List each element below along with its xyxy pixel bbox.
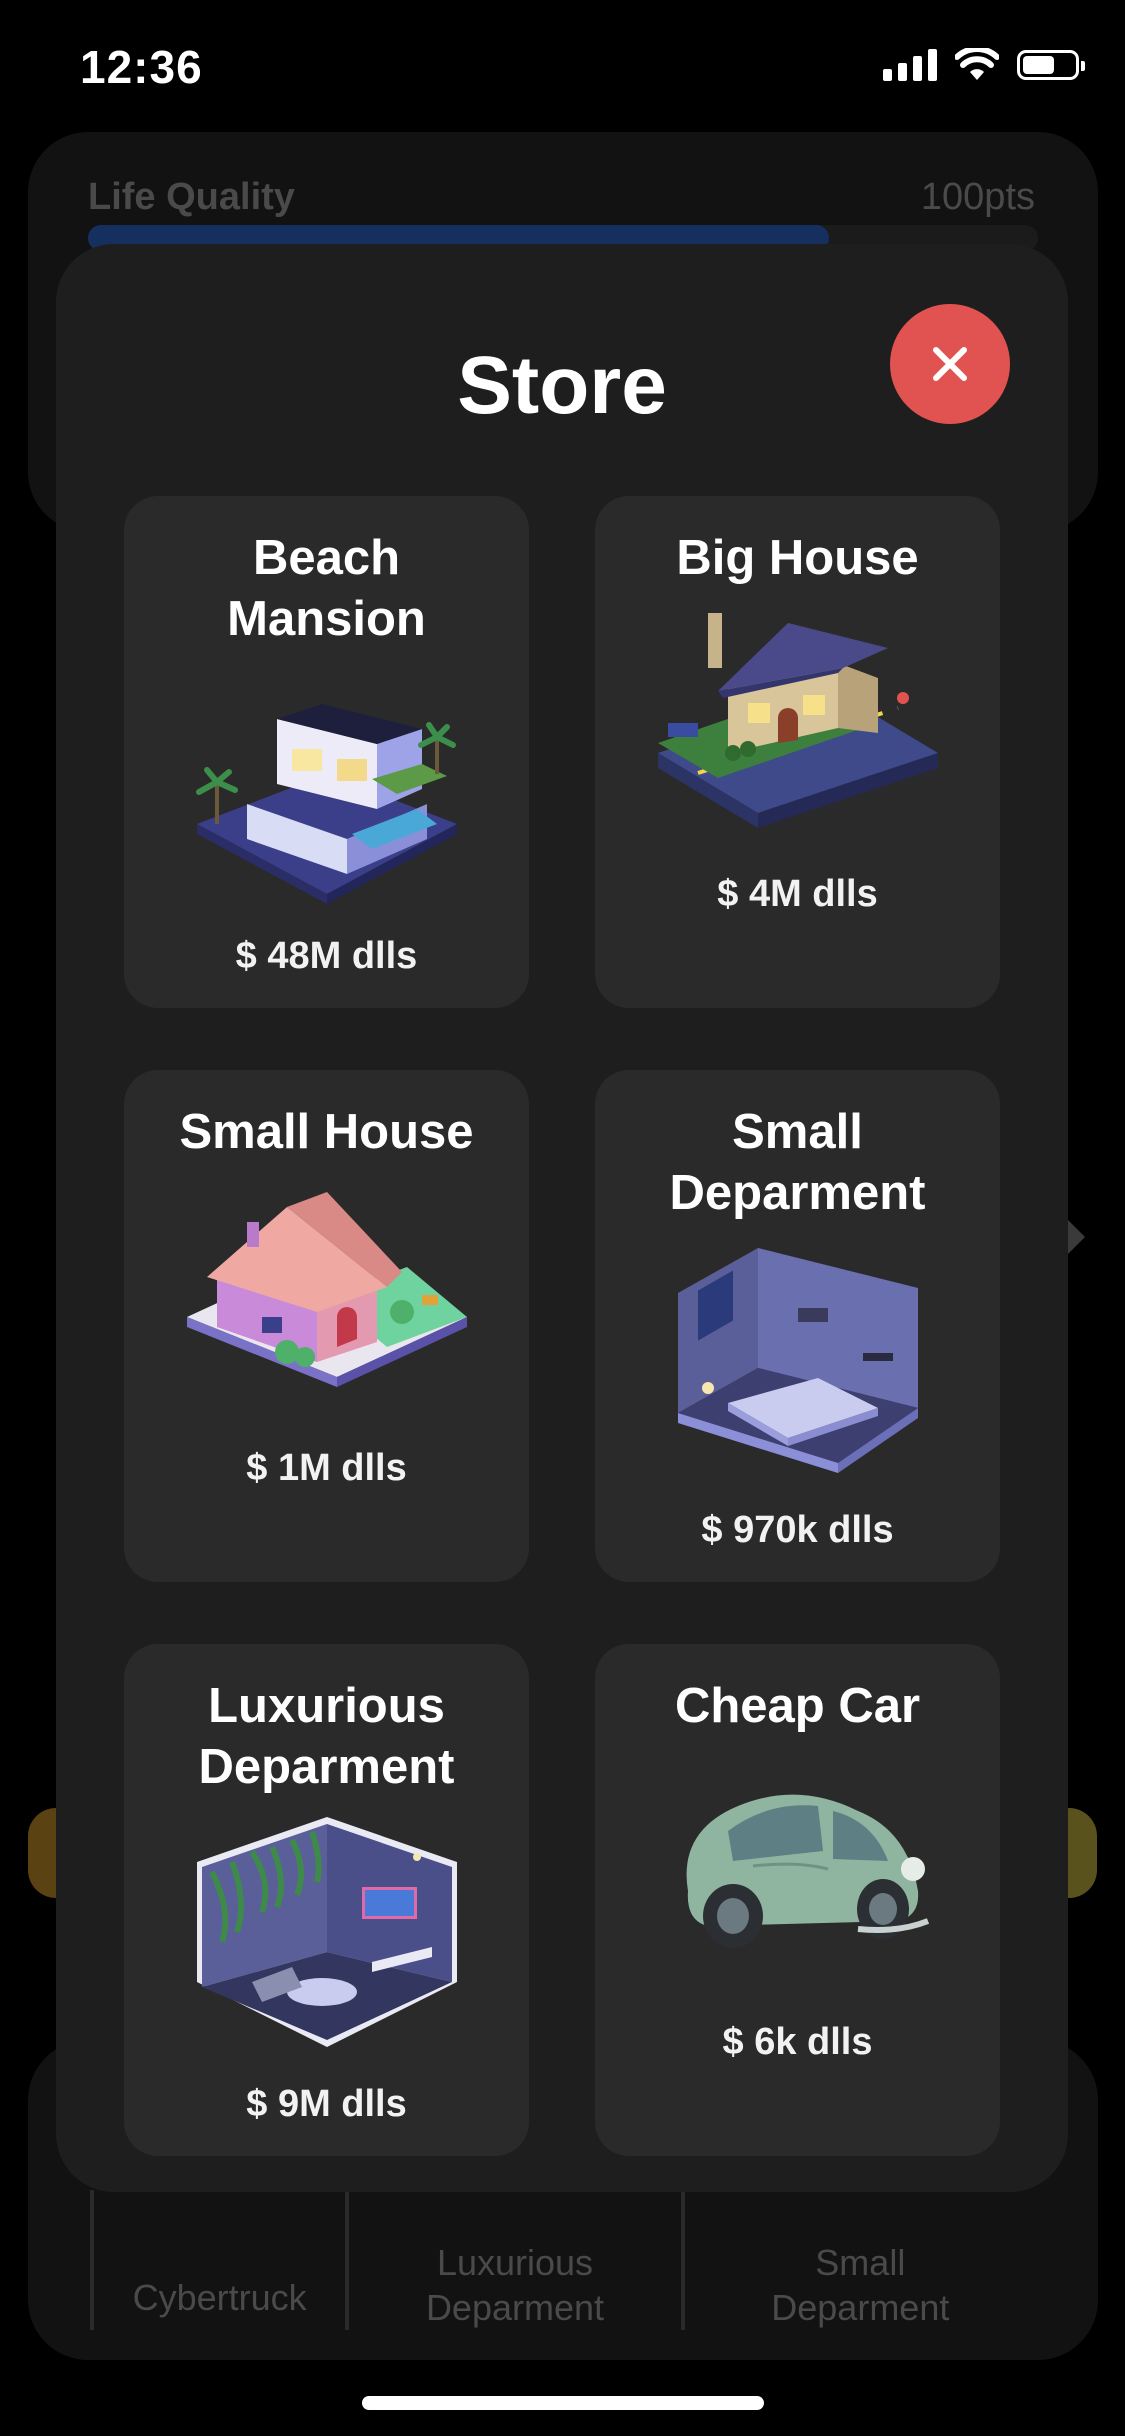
- close-icon: [933, 347, 967, 381]
- store-item-name: Small House: [179, 1105, 474, 1159]
- status-bar: 12:36: [0, 0, 1125, 140]
- cellular-signal-icon: [883, 49, 937, 81]
- small-house-icon: [186, 1192, 467, 1387]
- wifi-icon: [955, 48, 999, 80]
- store-item-luxurious-department[interactable]: Luxurious Deparment $ 9M dlls: [124, 1644, 529, 2156]
- background-inventory-list: Cybertruck Luxurious Deparment Small Dep…: [90, 2190, 1036, 2330]
- store-item-price: $ 48M dlls: [235, 935, 418, 977]
- store-item-name: Luxurious Deparment: [198, 1679, 455, 1794]
- store-item-cheap-car[interactable]: Cheap Car $ 6k dlls: [595, 1644, 1000, 2156]
- store-item-name: Beach Mansion: [227, 531, 426, 646]
- background-life-quality-label: Life Quality: [88, 176, 295, 218]
- status-icons: [883, 48, 1085, 82]
- store-item-name: Big House: [676, 531, 919, 585]
- background-life-quality-points: 100pts: [920, 176, 1035, 218]
- luxurious-department-icon: [196, 1817, 457, 2047]
- store-item-small-department[interactable]: Small Deparment $ 970k dlls: [595, 1070, 1000, 1582]
- home-indicator[interactable]: [362, 2396, 764, 2410]
- store-item-big-house[interactable]: Big House $ 4M dlls: [595, 496, 1000, 1008]
- store-item-small-house[interactable]: Small House $ 1M dlls: [124, 1070, 529, 1582]
- store-item-name: Small Deparment: [669, 1105, 926, 1220]
- status-time: 12:36: [80, 41, 203, 93]
- beach-mansion-icon: [195, 704, 457, 904]
- background-inventory-item: Small Deparment: [680, 2190, 1036, 2330]
- battery-icon: [1017, 50, 1085, 80]
- store-modal: Store Beach Mansion $ 48M dlls Big House…: [56, 244, 1068, 2192]
- big-house-icon: [657, 613, 938, 828]
- background-inventory-item: Cybertruck: [90, 2190, 345, 2330]
- store-item-beach-mansion[interactable]: Beach Mansion $ 48M dlls: [124, 496, 529, 1008]
- store-item-name: Cheap Car: [674, 1679, 921, 1733]
- store-item-price: $ 1M dlls: [246, 1447, 407, 1489]
- small-department-icon: [677, 1248, 918, 1473]
- store-item-price: $ 9M dlls: [246, 2083, 407, 2125]
- store-item-price: $ 6k dlls: [722, 2021, 873, 2063]
- close-button[interactable]: [890, 304, 1010, 424]
- store-item-price: $ 970k dlls: [701, 1509, 894, 1551]
- background-inventory-item: Luxurious Deparment: [345, 2190, 680, 2330]
- store-item-price: $ 4M dlls: [717, 873, 878, 915]
- cheap-car-icon: [686, 1794, 929, 1948]
